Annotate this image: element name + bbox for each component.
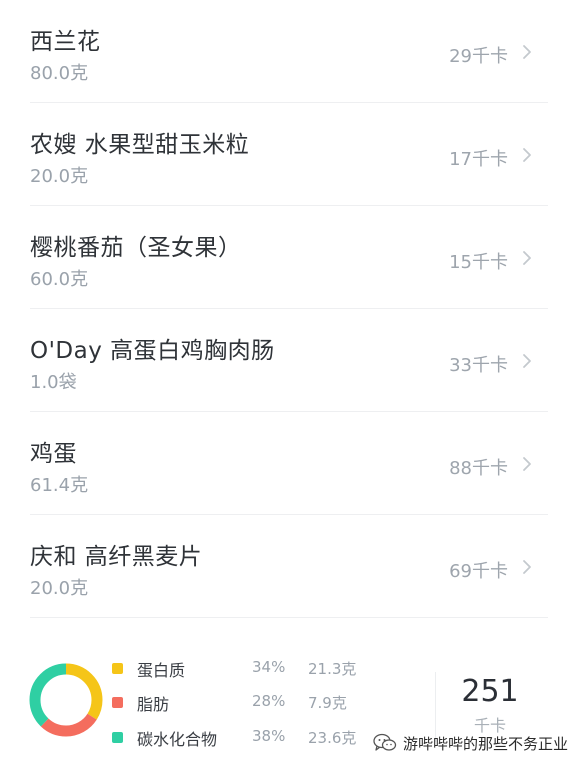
food-item[interactable]: 西兰花 80.0克 29千卡 bbox=[0, 0, 574, 103]
legend-percent: 38% bbox=[252, 727, 286, 745]
food-amount: 80.0克 bbox=[30, 63, 89, 84]
chevron-right-icon bbox=[523, 457, 531, 471]
food-amount: 20.0克 bbox=[30, 166, 89, 187]
food-amount: 61.4克 bbox=[30, 475, 89, 496]
food-item[interactable]: 农嫂 水果型甜玉米粒 20.0克 17千卡 bbox=[0, 103, 574, 206]
food-name: 鸡蛋 bbox=[30, 441, 77, 467]
total-calories: 251 bbox=[461, 674, 519, 709]
legend-grams: 23.6克 bbox=[308, 729, 357, 747]
macro-donut-chart bbox=[29, 663, 103, 737]
legend-grams: 7.9克 bbox=[308, 694, 347, 712]
watermark-text: 游哔哔哔的那些不务正业 bbox=[403, 734, 569, 753]
food-item[interactable]: 樱桃番茄（圣女果） 60.0克 15千卡 bbox=[0, 206, 574, 309]
legend-row-fat: 脂肪 28% 7.9克 bbox=[112, 691, 372, 715]
legend-swatch bbox=[112, 732, 123, 743]
food-calories: 88千卡 bbox=[449, 458, 508, 479]
legend-percent: 34% bbox=[252, 658, 286, 676]
chevron-right-icon bbox=[523, 560, 531, 574]
food-name: 西兰花 bbox=[30, 29, 101, 55]
legend-name: 蛋白质 bbox=[137, 661, 186, 680]
legend-percent: 28% bbox=[252, 692, 286, 710]
food-calories: 15千卡 bbox=[449, 252, 508, 273]
chevron-right-icon bbox=[523, 45, 531, 59]
food-amount: 1.0袋 bbox=[30, 372, 77, 393]
food-calories: 69千卡 bbox=[449, 561, 508, 582]
chevron-right-icon bbox=[523, 354, 531, 368]
food-item[interactable]: O'Day 高蛋白鸡胸肉肠 1.0袋 33千卡 bbox=[0, 309, 574, 412]
legend-name: 脂肪 bbox=[137, 695, 170, 714]
food-item[interactable]: 鸡蛋 61.4克 88千卡 bbox=[0, 412, 574, 515]
legend-name: 碳水化合物 bbox=[137, 730, 218, 749]
food-amount: 60.0克 bbox=[30, 269, 89, 290]
legend-grams: 21.3克 bbox=[308, 660, 357, 678]
food-calories: 29千卡 bbox=[449, 46, 508, 67]
food-item[interactable]: 庆和 高纤黑麦片 20.0克 69千卡 bbox=[0, 515, 574, 618]
food-name: 农嫂 水果型甜玉米粒 bbox=[30, 132, 250, 158]
food-calories: 17千卡 bbox=[449, 149, 508, 170]
legend-swatch bbox=[112, 697, 123, 708]
chevron-right-icon bbox=[523, 148, 531, 162]
chevron-right-icon bbox=[523, 251, 531, 265]
food-name: O'Day 高蛋白鸡胸肉肠 bbox=[30, 338, 275, 364]
legend-row-protein: 蛋白质 34% 21.3克 bbox=[112, 657, 372, 681]
legend-swatch bbox=[112, 663, 123, 674]
legend-row-carbs: 碳水化合物 38% 23.6克 bbox=[112, 726, 372, 750]
food-name: 庆和 高纤黑麦片 bbox=[30, 544, 203, 570]
food-calories: 33千卡 bbox=[449, 355, 508, 376]
wechat-icon bbox=[373, 733, 397, 751]
food-name: 樱桃番茄（圣女果） bbox=[30, 235, 242, 261]
food-amount: 20.0克 bbox=[30, 578, 89, 599]
divider bbox=[30, 617, 548, 618]
watermark: 游哔哔哔的那些不务正业 bbox=[373, 728, 568, 758]
